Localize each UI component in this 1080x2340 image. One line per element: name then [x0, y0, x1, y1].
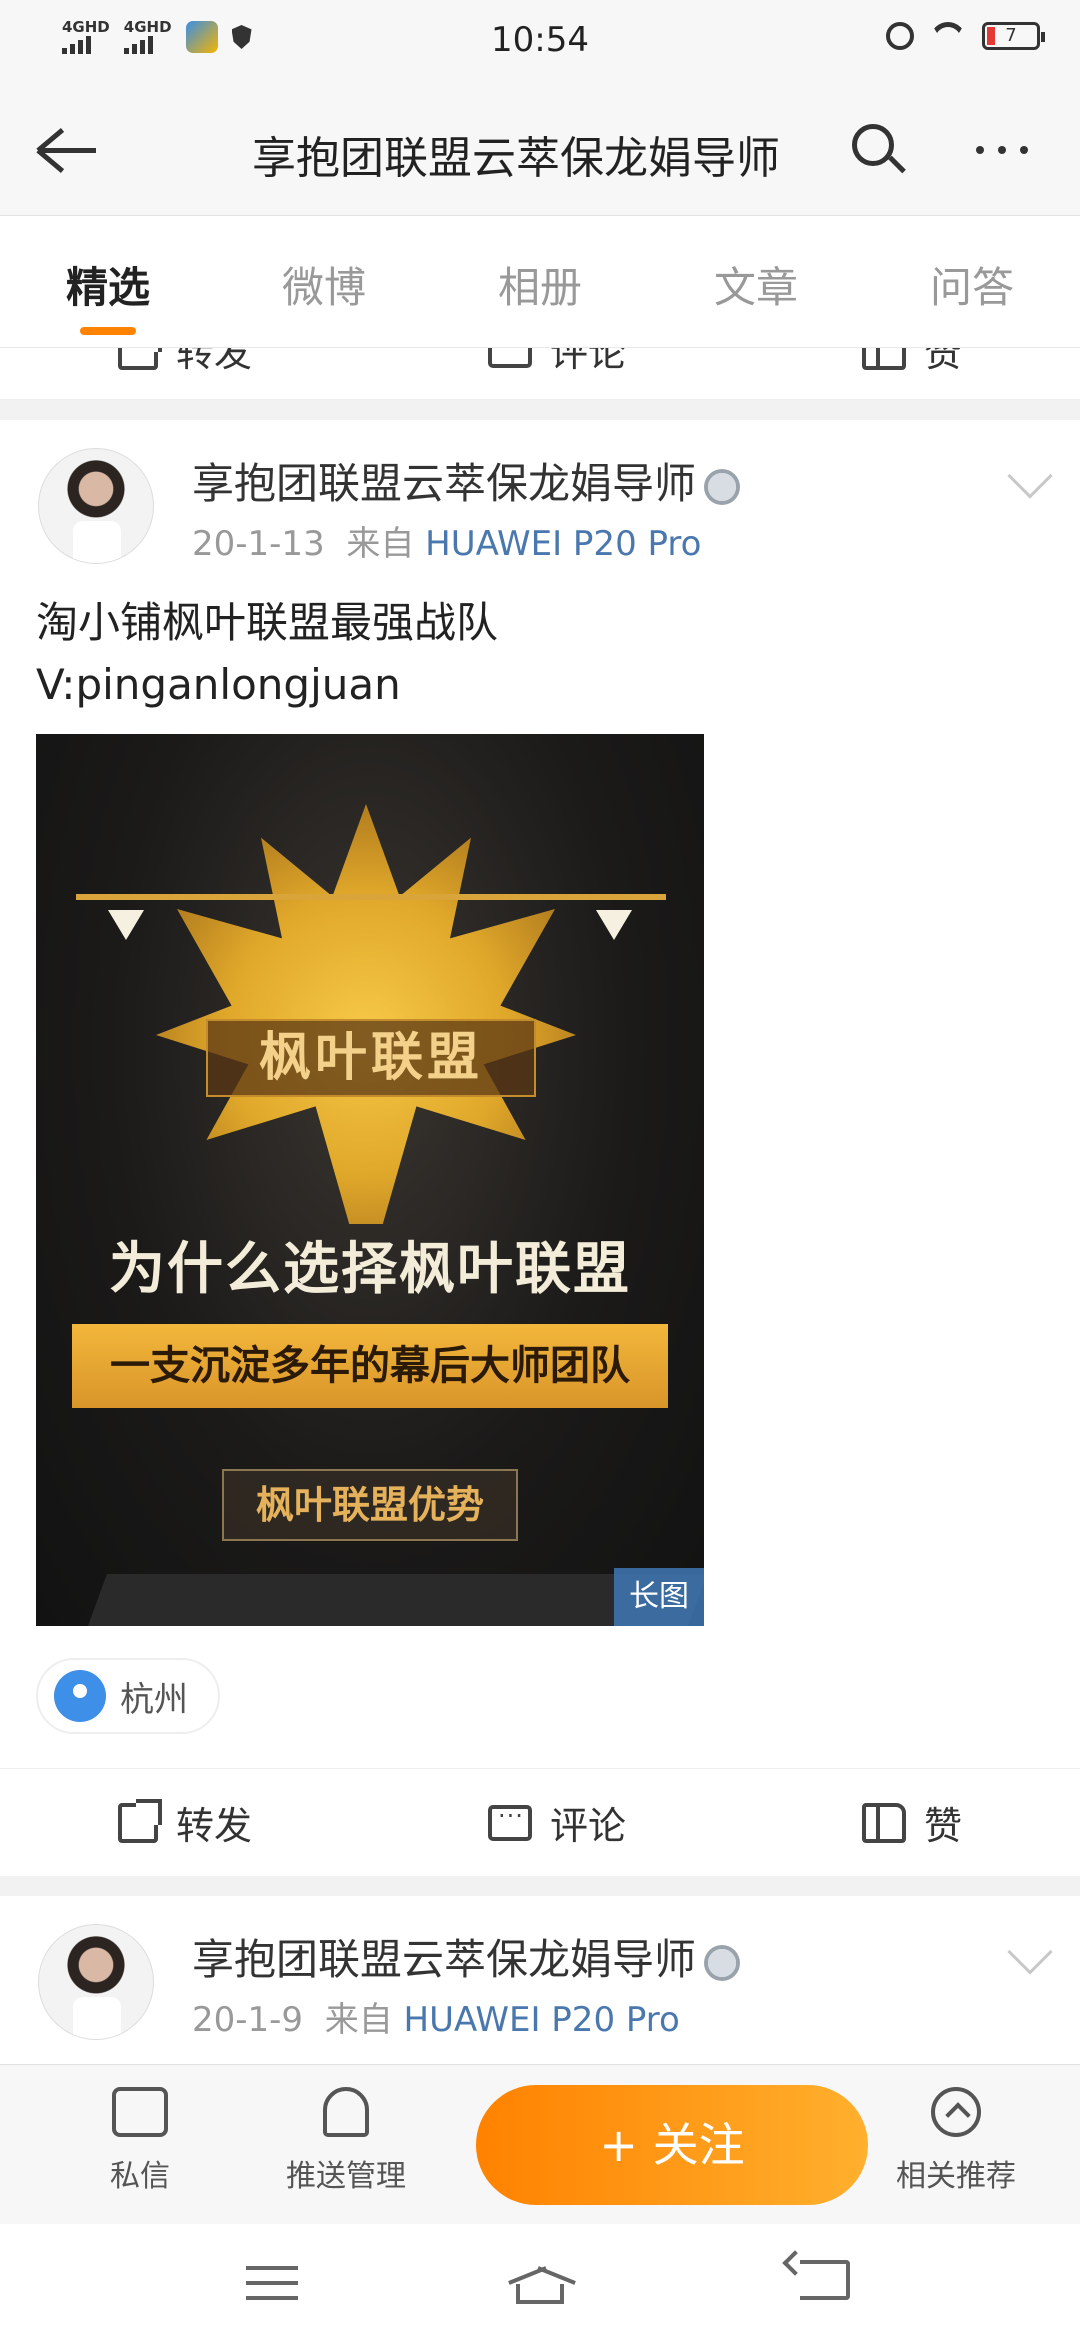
from-label: 来自	[324, 2000, 393, 2040]
post-date: 20-1-9	[192, 2000, 304, 2040]
wifi-icon	[930, 22, 966, 50]
triangle-marker-left	[108, 910, 144, 940]
repost-icon	[117, 1798, 162, 1843]
post-source[interactable]: HUAWEI P20 Pro	[425, 524, 701, 564]
post-text-line-1: 淘小铺枫叶联盟最强战队	[36, 598, 499, 647]
active-tab-indicator	[80, 327, 136, 335]
like-button[interactable]: 赞	[861, 348, 962, 377]
like-button[interactable]: 赞	[861, 1795, 962, 1850]
like-icon	[861, 348, 906, 370]
battery-level: 7	[1005, 25, 1017, 46]
status-right: 7	[886, 22, 1045, 50]
menu-icon[interactable]	[246, 2266, 298, 2311]
medal-icon	[704, 468, 741, 505]
tab-articles-label: 文章	[713, 263, 798, 312]
author-name: 享抱团联盟云萃保龙娟导师	[192, 459, 697, 508]
repost-icon	[117, 348, 162, 370]
related-recommend-label: 相关推荐	[896, 2159, 1016, 2194]
comment-button[interactable]: 评论	[487, 348, 626, 377]
back-arrow-icon[interactable]	[34, 124, 98, 176]
search-icon[interactable]	[852, 124, 906, 176]
back-icon[interactable]	[800, 2260, 850, 2300]
post-text: 淘小铺枫叶联盟最强战队 V:pinganlongjuan	[36, 592, 498, 716]
post-author[interactable]: 享抱团联盟云萃保龙娟导师	[192, 1926, 741, 1987]
post-author[interactable]: 享抱团联盟云萃保龙娟导师	[192, 450, 741, 511]
like-icon	[861, 1802, 906, 1843]
battery-icon: 7	[982, 22, 1045, 50]
image-headline: 为什么选择枫叶联盟	[109, 1236, 631, 1302]
post-text-line-2: V:pinganlongjuan	[36, 660, 401, 709]
divider	[0, 1876, 1080, 1896]
post-card: 享抱团联盟云萃保龙娟导师 20-1-9 来自 HUAWEI P20 Pro	[0, 1896, 1080, 2064]
comment-label: 评论	[549, 1804, 626, 1848]
tab-weibo-label: 微博	[281, 263, 366, 312]
follow-button[interactable]: + 关注	[476, 2085, 868, 2205]
previous-post-actions: 转发 评论 赞	[0, 348, 1080, 400]
maple-leaf-graphic	[156, 804, 576, 1224]
alarm-icon	[886, 22, 914, 50]
message-label: 私信	[110, 2159, 170, 2194]
tab-qa-label: 问答	[929, 263, 1014, 312]
comment-icon	[487, 1795, 532, 1841]
status-bar: 4GHD 4GHD 10:54 7	[0, 0, 1080, 84]
more-options-icon[interactable]	[976, 146, 1028, 154]
related-recommend-button[interactable]: 相关推荐	[876, 2087, 1036, 2195]
location-pin-icon	[54, 1670, 106, 1722]
repost-button[interactable]: 转发	[117, 1795, 252, 1850]
divider	[0, 400, 1080, 420]
triangle-marker-right	[596, 910, 632, 940]
chevron-down-icon[interactable]	[1007, 1929, 1053, 1975]
triangle-frame-top	[76, 894, 666, 900]
tab-featured-label: 精选	[65, 263, 150, 312]
message-icon	[112, 2087, 168, 2137]
post-meta: 20-1-13 来自 HUAWEI P20 Pro	[192, 516, 701, 565]
long-image-badge: 长图	[614, 1568, 704, 1626]
comment-label: 评论	[549, 348, 626, 375]
bottom-action-bar: 私信 推送管理 + 关注 相关推荐	[0, 2064, 1080, 2224]
image-band-text: 一支沉淀多年的幕后大师团队	[72, 1324, 668, 1408]
push-settings-button[interactable]: 推送管理	[266, 2087, 426, 2195]
comment-button[interactable]: 评论	[487, 1795, 626, 1850]
chevron-up-icon	[931, 2087, 981, 2137]
tab-featured[interactable]: 精选	[18, 216, 198, 347]
post-source[interactable]: HUAWEI P20 Pro	[404, 2000, 680, 2040]
repost-label: 转发	[175, 1804, 252, 1848]
message-button[interactable]: 私信	[60, 2087, 220, 2195]
image-shelf-graphic	[85, 1574, 704, 1626]
tab-album-label: 相册	[497, 263, 582, 312]
bell-icon	[323, 2087, 369, 2137]
image-brand-text: 枫叶联盟	[206, 1019, 536, 1097]
post-image[interactable]: 枫叶联盟 为什么选择枫叶联盟 一支沉淀多年的幕后大师团队 枫叶联盟优势 长图	[36, 734, 704, 1626]
page-title: 享抱团联盟云萃保龙娟导师	[252, 133, 780, 184]
tab-weibo[interactable]: 微博	[234, 216, 414, 347]
author-name: 享抱团联盟云萃保龙娟导师	[192, 1935, 697, 1984]
location-label: 杭州	[120, 1679, 188, 1720]
system-nav-bar	[0, 2224, 1080, 2340]
tab-qa[interactable]: 问答	[882, 216, 1062, 347]
tab-album[interactable]: 相册	[450, 216, 630, 347]
repost-label: 转发	[175, 348, 252, 375]
push-settings-label: 推送管理	[286, 2159, 406, 2194]
profile-tabs: 精选 微博 相册 文章 问答	[0, 216, 1080, 348]
like-label: 赞	[923, 1804, 962, 1848]
post-meta: 20-1-9 来自 HUAWEI P20 Pro	[192, 1992, 680, 2041]
post-card: 享抱团联盟云萃保龙娟导师 20-1-13 来自 HUAWEI P20 Pro 淘…	[0, 420, 1080, 1880]
like-label: 赞	[923, 348, 962, 375]
top-header: 享抱团联盟云萃保龙娟导师	[0, 84, 1080, 216]
post-actions: 转发 评论 赞	[0, 1768, 1080, 1876]
medal-icon	[704, 1944, 741, 1981]
tab-articles[interactable]: 文章	[666, 216, 846, 347]
comment-icon	[487, 348, 532, 368]
home-icon[interactable]	[506, 2254, 576, 2306]
avatar[interactable]	[38, 448, 154, 564]
chevron-down-icon[interactable]	[1007, 453, 1053, 499]
from-label: 来自	[346, 524, 415, 564]
avatar[interactable]	[38, 1924, 154, 2040]
post-date: 20-1-13	[192, 524, 325, 564]
image-sub-text: 枫叶联盟优势	[222, 1469, 518, 1541]
repost-button[interactable]: 转发	[117, 348, 252, 377]
location-chip[interactable]: 杭州	[36, 1658, 220, 1734]
